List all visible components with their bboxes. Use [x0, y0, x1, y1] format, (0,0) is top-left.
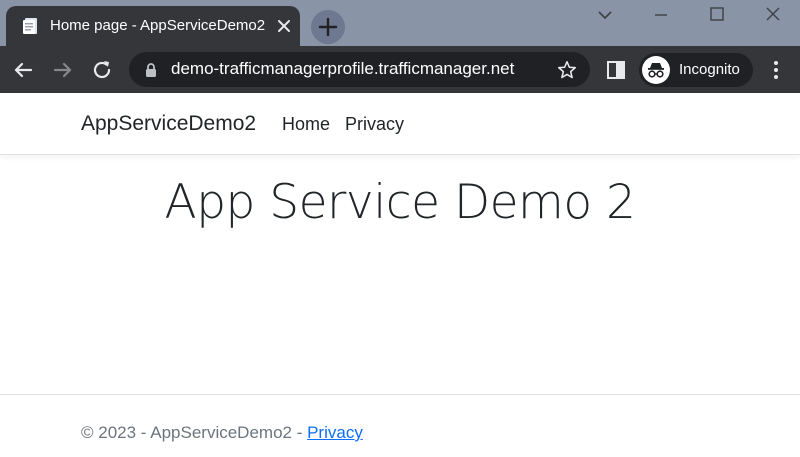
incognito-icon — [648, 63, 664, 78]
forward-arrow-icon[interactable] — [51, 58, 75, 82]
incognito-avatar — [642, 56, 670, 84]
browser-titlebar: Home page - AppServiceDemo2 — [0, 0, 800, 46]
footer-copyright: © 2023 - AppServiceDemo2 - — [81, 423, 308, 442]
browser-toolbar: demo-trafficmanagerprofile.trafficmanage… — [0, 46, 800, 93]
profile-button[interactable]: Incognito — [639, 53, 753, 87]
reload-icon[interactable] — [90, 58, 114, 82]
nav-link-privacy[interactable]: Privacy — [345, 114, 404, 135]
tab-title: Home page - AppServiceDemo2 — [50, 17, 266, 34]
maximize-icon[interactable] — [706, 4, 728, 26]
footer-privacy-link[interactable]: Privacy — [307, 423, 363, 442]
back-arrow-icon[interactable] — [11, 58, 35, 82]
site-footer: © 2023 - AppServiceDemo2 - Privacy — [81, 423, 363, 443]
browser-tab-active[interactable]: Home page - AppServiceDemo2 — [6, 6, 300, 46]
page-icon — [23, 18, 37, 34]
footer-divider — [0, 394, 800, 395]
minimize-icon[interactable] — [650, 4, 672, 26]
kebab-menu-icon[interactable] — [764, 58, 788, 82]
close-icon[interactable] — [762, 4, 784, 26]
address-bar[interactable]: demo-trafficmanagerprofile.trafficmanage… — [129, 52, 590, 87]
star-icon[interactable] — [556, 59, 578, 81]
plus-icon — [318, 17, 338, 37]
nav-link-home[interactable]: Home — [282, 114, 330, 135]
side-panel-icon[interactable] — [604, 58, 628, 82]
url-text[interactable]: demo-trafficmanagerprofile.trafficmanage… — [171, 59, 514, 79]
tab-close-icon[interactable] — [274, 16, 294, 36]
page-title: App Service Demo 2 — [164, 175, 636, 230]
lock-icon[interactable] — [144, 62, 158, 78]
chevron-down-icon[interactable] — [594, 4, 616, 26]
navbar-brand[interactable]: AppServiceDemo2 — [81, 112, 256, 136]
new-tab-button[interactable] — [311, 10, 345, 44]
site-navbar: AppServiceDemo2 Home Privacy — [0, 93, 800, 155]
profile-label: Incognito — [679, 61, 740, 78]
